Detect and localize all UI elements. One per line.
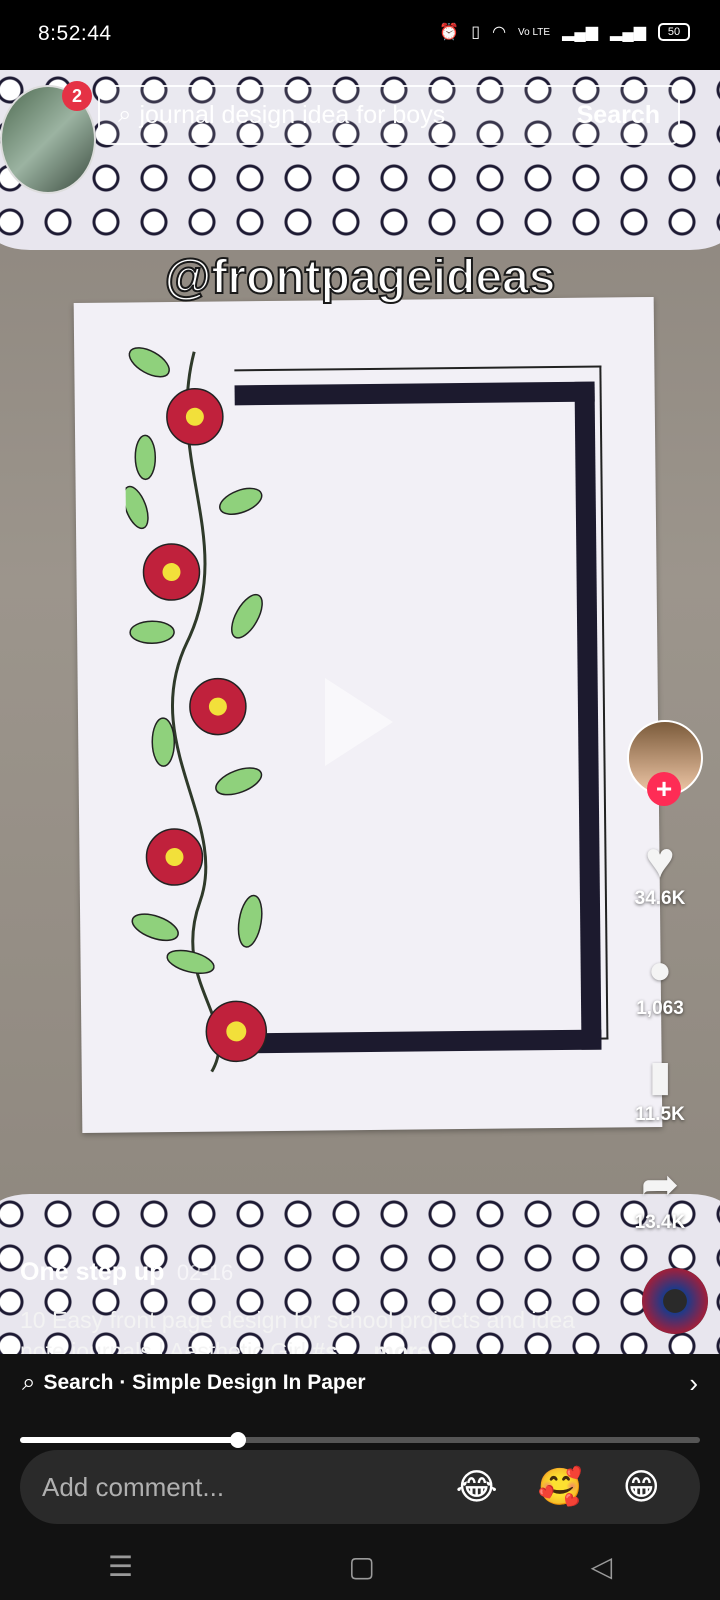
playback-progress[interactable] [20,1432,700,1448]
menu-icon[interactable]: ☰ [108,1550,133,1583]
chevron-right-icon: › [689,1367,698,1398]
search-input[interactable]: journal design idea for boys [139,101,576,130]
comment-icon: ● [647,948,673,992]
share-icon: ➦ [640,1158,680,1210]
play-icon[interactable] [325,678,393,766]
frame-inner-border [234,381,602,1054]
progress-handle[interactable] [229,1432,246,1448]
music-disc-icon[interactable] [642,1268,708,1334]
signal-icon: ▂▄▆ [610,24,646,41]
like-count: 34.6K [634,888,686,909]
emoji-laughing[interactable]: 😂 [456,1466,498,1508]
search-icon: ⌕ [22,1369,36,1396]
follow-button[interactable]: + [647,772,681,806]
notification-badge: 2 [62,81,92,111]
save-count: 11.5K [635,1104,685,1125]
comment-placeholder: Add comment... [42,1471,225,1502]
progress-fill [20,1437,238,1443]
video-watermark: @frontpageideas [164,250,557,305]
like-button[interactable]: ♥ 34.6K [618,832,702,910]
search-bar[interactable]: ⌕ journal design idea for boys Search [98,85,680,145]
alarm-icon: ⏰ [439,24,460,41]
video-caption: One step up 02-16 10 Easy front page des… [20,1258,620,1367]
wifi-icon: ◠ [492,24,507,41]
status-time: 8:52:44 [38,22,112,45]
share-count: 13.4K [634,1212,686,1233]
home-icon[interactable]: ▢ [349,1550,375,1583]
search-suggestion[interactable]: ⌕ Search · Simple Design In Paper › [0,1354,720,1412]
signal-icon: ▂▄▆ [562,24,599,41]
status-bar: 8:52:44 ⏰ ▯ ◠ Vo LTE ▂▄▆ ▂▄▆ 50 [0,0,720,70]
share-button[interactable]: ➦ 13.4K [618,1156,702,1234]
comment-area: Add comment... 😂 🥰 😁 [0,1412,720,1532]
search-icon: ⌕ [118,101,132,128]
comment-button[interactable]: ● 1,063 [618,942,702,1020]
volte-icon: Vo LTE [518,26,551,38]
post-date: 02-16 [176,1260,234,1285]
battery-icon: 50 [658,23,690,41]
comment-count: 1,063 [636,998,684,1019]
author-name[interactable]: One step up [20,1258,164,1286]
bookmark-icon: ▮ [648,1052,672,1099]
back-icon[interactable]: ◁ [591,1550,613,1583]
system-nav-bar: ☰ ▢ ◁ [0,1532,720,1600]
suggestion-label: Search · Simple Design In Paper [43,1371,366,1394]
save-button[interactable]: ▮ 11.5K [618,1048,702,1126]
comment-input[interactable]: Add comment... 😂 🥰 😁 [20,1450,700,1524]
vibrate-icon: ▯ [471,24,481,41]
heart-icon: ♥ [645,832,675,888]
flower-vine [124,347,268,1073]
status-icons: ⏰ ▯ ◠ Vo LTE ▂▄▆ ▂▄▆ 50 [439,22,690,42]
emoji-grin[interactable]: 😁 [622,1466,660,1508]
search-button[interactable]: Search [577,101,660,130]
emoji-hearts[interactable]: 🥰 [538,1466,583,1508]
video-player[interactable]: @frontpageideas [0,70,720,1354]
